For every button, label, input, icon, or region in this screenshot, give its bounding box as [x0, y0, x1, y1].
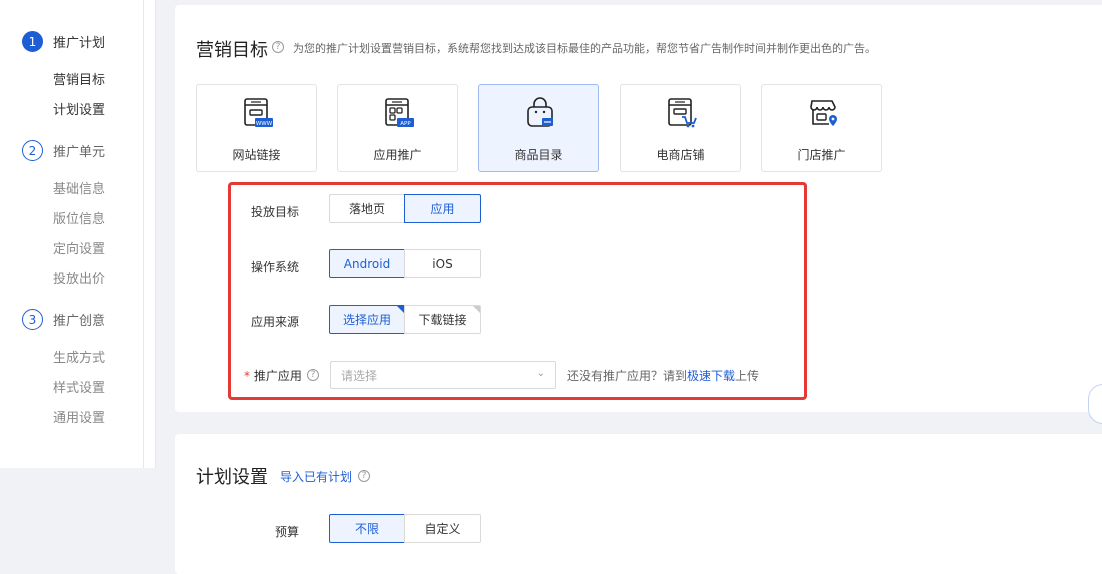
plan-settings-title: 计划设置	[196, 467, 268, 488]
help-icon[interactable]: ?	[307, 369, 319, 381]
svg-text:APP: APP	[400, 121, 411, 127]
nav-item-generation-method[interactable]: 生成方式	[53, 347, 105, 366]
goal-website-link[interactable]: WWW 网站链接	[196, 84, 317, 172]
corner-mark-icon	[397, 306, 404, 313]
app-source-label: 应用来源	[251, 315, 300, 329]
os-label: 操作系统	[251, 260, 300, 274]
upload-hint: 还没有推广应用？请到极速下载上传	[567, 367, 759, 384]
nav-item-placement-info[interactable]: 版位信息	[53, 208, 105, 227]
option-label: 下载链接	[418, 313, 467, 327]
step-label: 推广计划	[53, 36, 106, 51]
fast-download-link[interactable]: 极速下载	[687, 369, 735, 383]
promoted-app-label: * 推广应用	[244, 367, 302, 384]
step-number: 3	[22, 309, 43, 330]
import-plan-link[interactable]: 导入已有计划	[280, 468, 352, 485]
floating-action-button[interactable]	[1088, 384, 1102, 424]
nav-item-plan-settings[interactable]: 计划设置	[53, 99, 105, 118]
step-1[interactable]: 1 推广计划	[22, 31, 105, 52]
step-2[interactable]: 2 推广单元	[22, 140, 105, 161]
chevron-down-icon: ⌄	[536, 368, 545, 379]
nav-item-bidding[interactable]: 投放出价	[53, 268, 105, 287]
os-android[interactable]: Android	[329, 249, 405, 278]
help-icon[interactable]: ?	[358, 470, 370, 482]
website-icon: WWW	[244, 98, 273, 127]
product-catalog-icon	[527, 97, 553, 127]
budget-unlimited[interactable]: 不限	[329, 514, 405, 543]
goal-label: 商品目录	[514, 148, 563, 162]
help-icon[interactable]: ?	[272, 41, 284, 53]
select-placeholder: 请选择	[341, 368, 378, 383]
goal-label: 电商店铺	[656, 148, 705, 162]
ecommerce-store-icon	[668, 98, 697, 128]
field-label: 推广应用	[253, 369, 302, 383]
marketing-goal-description: 为您的推广计划设置营销目标，系统帮您找到达成该目标最佳的产品功能，帮您节省广告制…	[293, 42, 876, 55]
step-3[interactable]: 3 推广创意	[22, 309, 105, 330]
step-label: 推广创意	[53, 314, 106, 329]
os-ios[interactable]: iOS	[404, 249, 481, 278]
delivery-target-app[interactable]: 应用	[404, 194, 481, 223]
step-number: 1	[22, 31, 43, 52]
delivery-target-label: 投放目标	[251, 205, 300, 219]
budget-custom[interactable]: 自定义	[404, 514, 481, 543]
step-sidebar: 1 推广计划 营销目标 计划设置 2 推广单元 基础信息 版位信息 定向设置 投…	[0, 0, 156, 468]
step-number: 2	[22, 140, 43, 161]
nav-item-general-settings[interactable]: 通用设置	[53, 407, 105, 426]
svg-text:WWW: WWW	[256, 121, 273, 127]
nav-item-marketing-goal[interactable]: 营销目标	[53, 69, 105, 88]
delivery-target-landing-page[interactable]: 落地页	[329, 194, 405, 223]
store-location-icon	[810, 100, 837, 126]
goal-store-promotion[interactable]: 门店推广	[761, 84, 882, 172]
hint-text: 还没有推广应用？请到	[567, 369, 688, 383]
goal-label: 应用推广	[373, 148, 422, 162]
app-source-select-app[interactable]: 选择应用	[329, 305, 405, 334]
plan-settings-card	[175, 434, 1102, 574]
required-mark: *	[244, 369, 250, 383]
promoted-app-select[interactable]: 请选择 ⌄	[330, 361, 556, 389]
step-label: 推广单元	[53, 145, 106, 160]
nav-item-style-settings[interactable]: 样式设置	[53, 377, 105, 396]
corner-mark-icon	[473, 306, 480, 313]
option-label: 选择应用	[342, 313, 391, 327]
goal-app-promotion[interactable]: APP 应用推广	[337, 84, 458, 172]
goal-product-catalog[interactable]: 商品目录	[478, 84, 599, 172]
nav-item-basic-info[interactable]: 基础信息	[53, 178, 105, 197]
goal-ecommerce-store[interactable]: 电商店铺	[620, 84, 741, 172]
app-source-download-link[interactable]: 下载链接	[404, 305, 481, 334]
hint-text: 上传	[735, 369, 760, 383]
goal-label: 网站链接	[232, 148, 281, 162]
goal-label: 门店推广	[797, 148, 846, 162]
step-nav: 1 推广计划 营销目标 计划设置 2 推广单元 基础信息 版位信息 定向设置 投…	[0, 0, 144, 468]
budget-label: 预算	[275, 525, 300, 539]
nav-item-targeting[interactable]: 定向设置	[53, 238, 105, 257]
app-icon: APP	[385, 98, 414, 127]
marketing-goal-title: 营销目标	[196, 40, 268, 61]
